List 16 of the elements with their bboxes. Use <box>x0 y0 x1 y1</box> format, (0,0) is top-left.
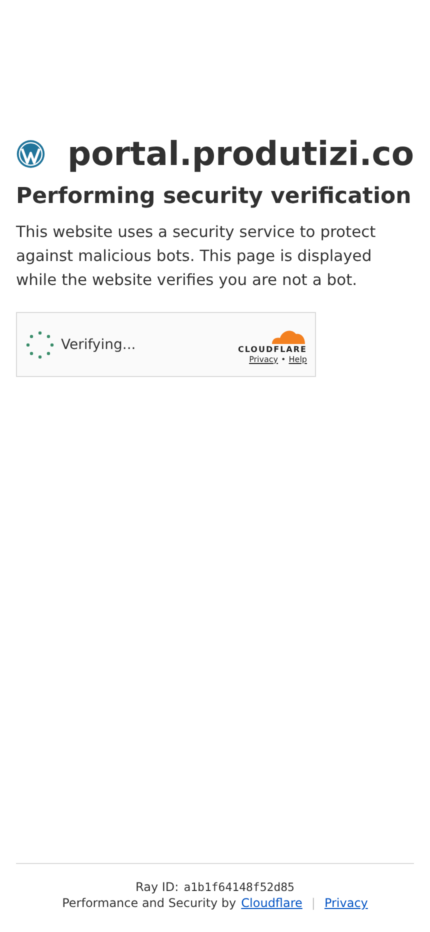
footer-link[interactable]: Cloudflare <box>241 896 302 910</box>
site-title: portal.produtizi.co <box>67 134 414 174</box>
separator: | <box>311 896 316 910</box>
status-text: Verifying... <box>61 336 137 352</box>
ray-label: Ray ID: <box>136 880 179 894</box>
widget-link[interactable]: Privacy <box>249 354 278 364</box>
footer-link[interactable]: Privacy <box>324 896 368 910</box>
page-heading: Performing security verification <box>16 183 412 211</box>
credit-text: Performance and Security by <box>62 896 236 910</box>
wordpress-logo-icon <box>16 137 46 171</box>
spinner-icon <box>25 330 55 360</box>
widget-link[interactable]: Help <box>288 354 307 364</box>
description-text: This website uses a security service to protect against malicious bots. This page is displayed while the website verifies you are not a bot. <box>16 222 377 291</box>
brand-text: CLOUDFLARE <box>238 344 307 354</box>
separator-dot: • <box>281 354 286 364</box>
ray-id: a1b1f64148f52d85 <box>184 880 294 894</box>
